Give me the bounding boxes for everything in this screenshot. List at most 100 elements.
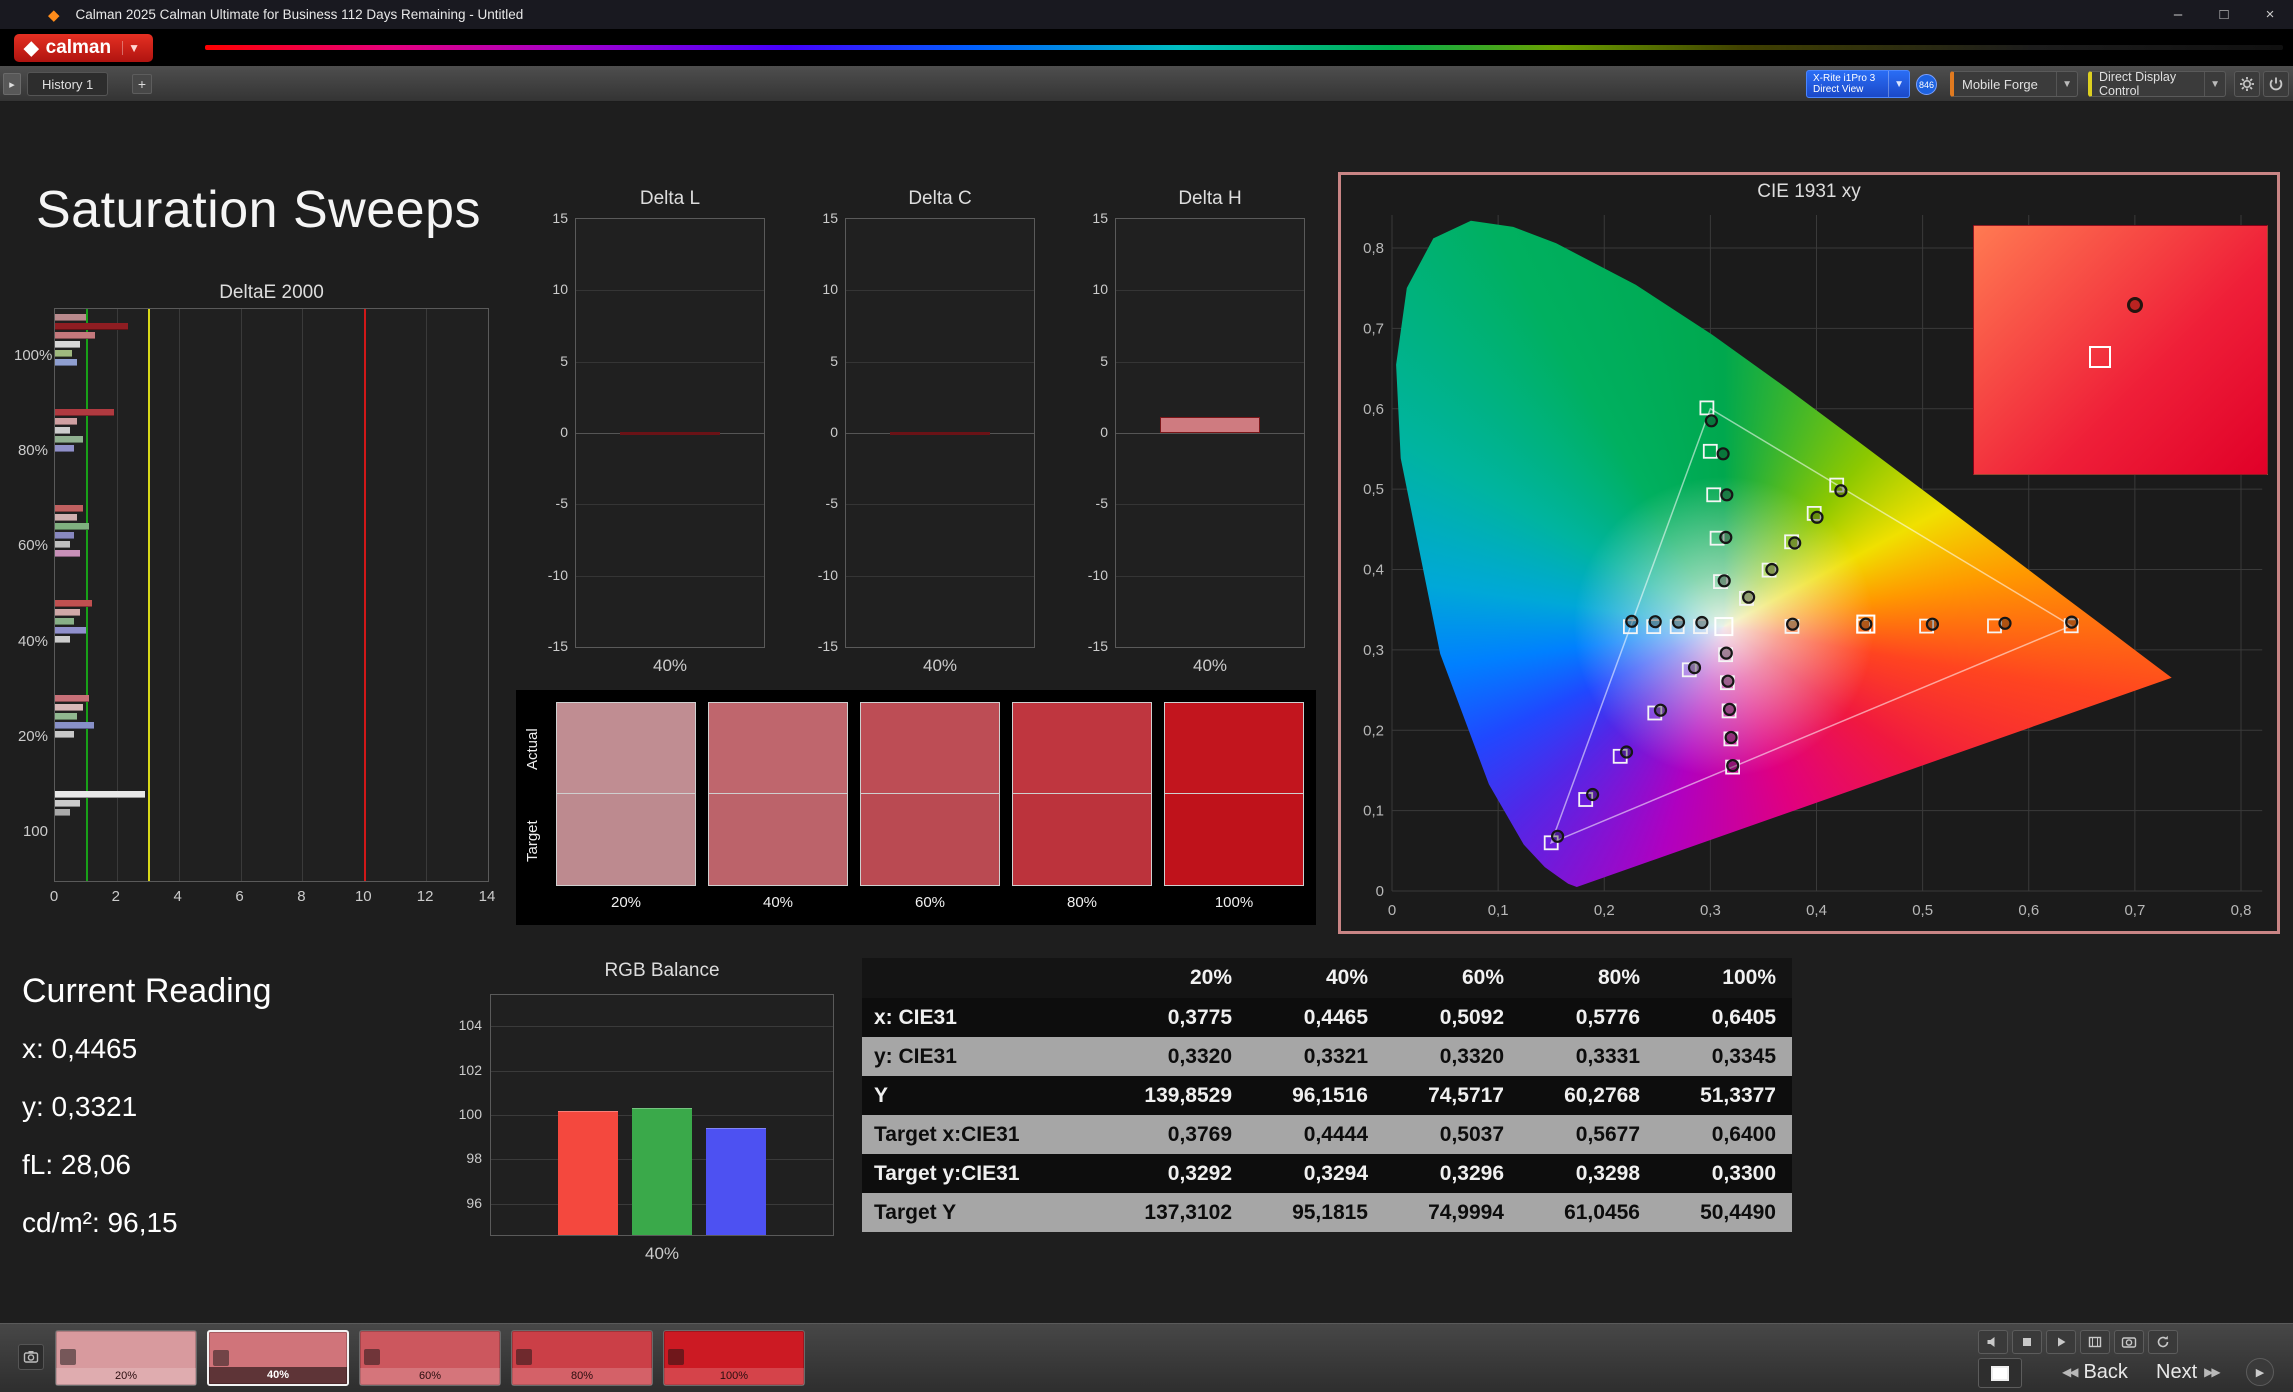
- deltae-bar: [55, 550, 80, 557]
- y-tick-label: -15: [528, 638, 568, 654]
- reference-line-yellow: [148, 309, 150, 881]
- current-reading-title: Current Reading: [22, 972, 271, 1011]
- table-cell: 0,4444: [1248, 1123, 1384, 1147]
- refresh-icon: [2155, 1334, 2171, 1350]
- swatch-target-20%: [556, 794, 696, 886]
- settings-button[interactable]: [2234, 71, 2260, 97]
- deltae-bar: [55, 627, 86, 634]
- loop-button[interactable]: [2148, 1330, 2178, 1354]
- svg-text:0,6: 0,6: [2018, 902, 2039, 919]
- table-cell: 74,9994: [1384, 1201, 1520, 1225]
- close-button[interactable]: ×: [2247, 0, 2293, 30]
- snapshot-button[interactable]: [2114, 1330, 2144, 1354]
- grid-line-horizontal: [846, 504, 1034, 505]
- gear-icon: [2239, 76, 2255, 92]
- deltae-bar: [55, 427, 70, 434]
- actual-target-swatch-panel: Actual Target 20%40%60%80%100%: [516, 690, 1316, 925]
- table-cell: 0,3331: [1520, 1045, 1656, 1069]
- meter-read-button[interactable]: [18, 1344, 44, 1370]
- meter-dropdown-chevron-icon[interactable]: ▼: [1888, 71, 1909, 97]
- source-dropdown-chevron-icon[interactable]: ▼: [2056, 72, 2077, 96]
- panel-expander-button[interactable]: ▸: [3, 73, 21, 95]
- pattern-swatch-button-80%[interactable]: 80%: [511, 1330, 653, 1386]
- cie-chart-title: CIE 1931 xy: [1341, 181, 2277, 203]
- deltae-bar: [55, 809, 70, 816]
- play-button[interactable]: [2046, 1330, 2076, 1354]
- svg-text:0,4: 0,4: [1806, 902, 1827, 919]
- pattern-window-button[interactable]: [1978, 1358, 2022, 1388]
- mute-button[interactable]: [1978, 1330, 2008, 1354]
- grid-line-horizontal: [846, 576, 1034, 577]
- table-cell: 0,3321: [1248, 1045, 1384, 1069]
- table-column-header: 60%: [1384, 966, 1520, 990]
- deltae-bar: [55, 636, 70, 643]
- display-dropdown-chevron-icon[interactable]: ▼: [2204, 72, 2225, 96]
- swatch-actual-100%: [1164, 702, 1304, 794]
- deltae-bar: [55, 800, 80, 807]
- swatch-target-40%: [708, 794, 848, 886]
- deltae-bar: [55, 418, 77, 425]
- swatch-actual-60%: [860, 702, 1000, 794]
- target-row-label: Target: [524, 794, 541, 888]
- reading-fl: fL: 28,06: [22, 1149, 271, 1181]
- deltae-bar: [55, 609, 80, 616]
- row-label: Y: [862, 1084, 1112, 1108]
- deltae-row-label: 60%: [14, 537, 48, 554]
- y-tick-label: 15: [798, 210, 838, 226]
- table-column-header: 40%: [1248, 966, 1384, 990]
- y-tick-label: 0: [798, 424, 838, 440]
- y-tick-label: -5: [798, 495, 838, 511]
- deltae-bar: [55, 704, 83, 711]
- pattern-swatch-button-20%[interactable]: 20%: [55, 1330, 197, 1386]
- next-button[interactable]: Next ▶▶: [2156, 1357, 2219, 1387]
- grid-line-vertical: [241, 309, 242, 881]
- logo-bar: ◆ calman ▼: [0, 30, 2293, 66]
- table-cell: 0,3292: [1112, 1162, 1248, 1186]
- pattern-swatch-label: 100%: [664, 1368, 804, 1385]
- deltae-row-label: 40%: [14, 633, 48, 650]
- chart-title: Delta C: [845, 188, 1035, 210]
- pattern-swatch-button-40%[interactable]: 40%: [207, 1330, 349, 1386]
- calman-logo-button[interactable]: ◆ calman ▼: [14, 34, 153, 62]
- rgb-balance-title: RGB Balance: [490, 960, 834, 982]
- back-button[interactable]: ◀◀ Back: [2062, 1357, 2128, 1387]
- deltae-bar: [55, 618, 74, 625]
- table-row-target-y-cie31: Target y:CIE310,32920,32940,32960,32980,…: [862, 1154, 1792, 1193]
- deltae-bar: [55, 722, 94, 729]
- deltae-bar: [55, 791, 145, 798]
- stop-button[interactable]: [2012, 1330, 2042, 1354]
- play-icon: [2053, 1334, 2069, 1350]
- deltae-x-tick: 6: [225, 888, 255, 905]
- y-tick-label: 10: [798, 281, 838, 297]
- display-control-button[interactable]: Direct Display Control ▼: [2088, 71, 2226, 97]
- rgb-balance-plot-area: [490, 994, 834, 1236]
- toolbar: ▸ History 1 + X-Rite i1Pro 3 Direct View…: [0, 66, 2293, 102]
- bottom-pattern-bar: ◀◀ Back Next ▶▶ ▶ 20%40%60%80% 100%: [0, 1323, 2293, 1392]
- add-tab-button[interactable]: +: [132, 74, 152, 94]
- svg-text:0,8: 0,8: [2231, 902, 2252, 919]
- film-icon: [2087, 1334, 2103, 1350]
- logo-menu-chevron-icon[interactable]: ▼: [122, 41, 145, 55]
- deltae-bar: [55, 713, 77, 720]
- grid-line-horizontal: [1116, 433, 1304, 434]
- deltae-bar: [55, 445, 74, 452]
- maximize-button[interactable]: □: [2201, 0, 2247, 30]
- pattern-swatch-button-60%[interactable]: 60%: [359, 1330, 501, 1386]
- table-cell: 0,3300: [1656, 1162, 1792, 1186]
- minimize-button[interactable]: –: [2155, 0, 2201, 30]
- pattern-source-button[interactable]: Mobile Forge ▼: [1950, 71, 2078, 97]
- delta-value-bar: [890, 432, 990, 435]
- power-button[interactable]: [2263, 71, 2289, 97]
- table-cell: 139,8529: [1112, 1084, 1248, 1108]
- deltae-bar: [55, 332, 95, 339]
- film-button[interactable]: [2080, 1330, 2110, 1354]
- pattern-swatch-button-100%[interactable]: 100%: [663, 1330, 805, 1386]
- table-cell: 0,5092: [1384, 1006, 1520, 1030]
- tab-history-1[interactable]: History 1: [27, 72, 108, 96]
- y-tick-label: 100: [436, 1106, 482, 1122]
- advance-button[interactable]: ▶: [2246, 1358, 2274, 1386]
- grid-line-vertical: [302, 309, 303, 881]
- table-cell: 0,6405: [1656, 1006, 1792, 1030]
- meter-select-button[interactable]: X-Rite i1Pro 3 Direct View ▼: [1806, 70, 1910, 98]
- y-tick-label: -10: [528, 567, 568, 583]
